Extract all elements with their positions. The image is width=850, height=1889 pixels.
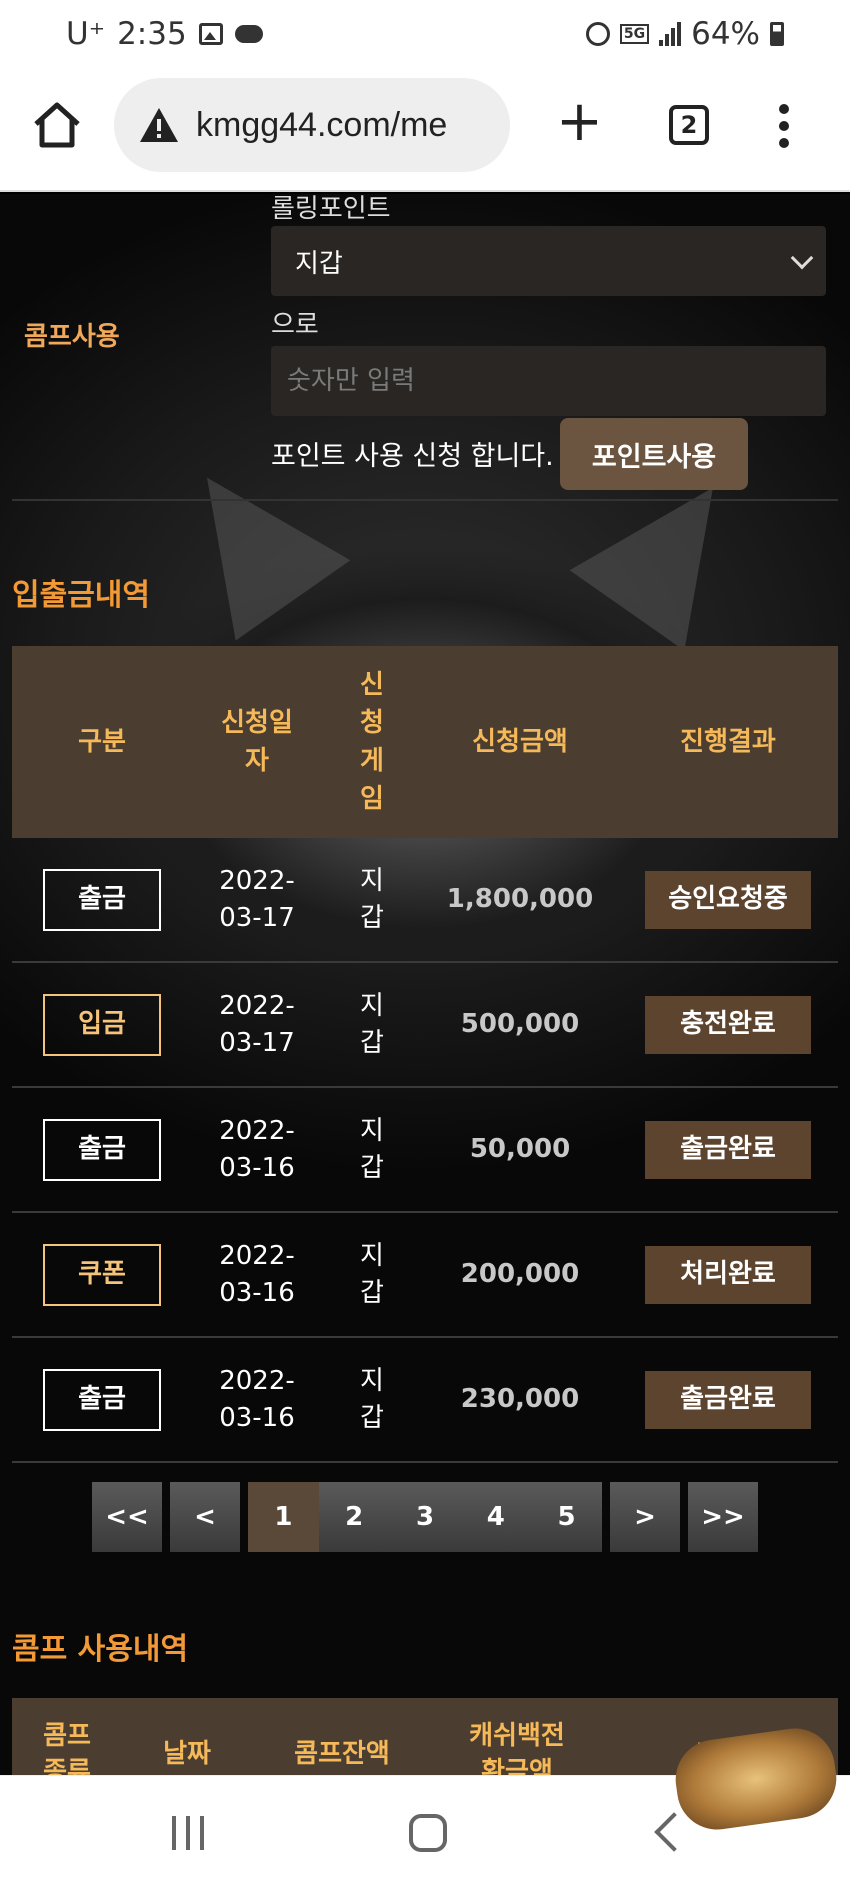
status-bar: U⁺ 2:35 5G 64% (0, 0, 850, 70)
result-badge: 출금완료 (645, 1120, 811, 1179)
alarm-icon (585, 22, 610, 46)
signal-icon (659, 22, 682, 46)
page-numbers: 1 2 3 4 5 (248, 1482, 602, 1552)
header-comp-balance: 콤프잔액 (294, 1739, 390, 1769)
amount-input[interactable] (271, 346, 826, 416)
header-result: 진행결과 (680, 727, 776, 757)
cloud-icon (234, 25, 263, 43)
page-5-button[interactable]: 5 (531, 1482, 602, 1552)
type-tag: 입금 (43, 993, 161, 1056)
header-type: 구분 (78, 727, 126, 757)
table-row: 출금 2022- 03-16 지 갑 50,000 출금완료 (12, 1088, 838, 1213)
result-badge: 처리완료 (645, 1245, 811, 1304)
home-icon[interactable] (32, 100, 82, 150)
type-tag: 출금 (43, 1368, 161, 1431)
apply-text: 포인트 사용 신청 합니다. (271, 441, 554, 472)
page-1-button[interactable]: 1 (248, 1482, 319, 1552)
back-nav-icon[interactable] (654, 1812, 694, 1852)
row-amount: 1,800,000 (446, 884, 594, 914)
network-type: 5G (619, 24, 650, 44)
table-header: 구분 신청일 자 신 청 게 임 신청금액 진행결과 (12, 646, 838, 838)
warning-icon (140, 108, 178, 142)
recent-apps-icon[interactable] (172, 1816, 204, 1850)
header-comp-type: 콤프 종류 (43, 1721, 91, 1775)
wallet-select[interactable]: 지갑 (271, 226, 826, 296)
header-game: 신 청 게 임 (360, 670, 384, 814)
browser-toolbar: kmgg44.com/me + 2 (0, 70, 850, 192)
table-row: 출금 2022- 03-17 지 갑 1,800,000 승인요청중 (12, 838, 838, 963)
header-date: 신청일 자 (221, 708, 293, 776)
header-amount: 신청금액 (472, 727, 568, 757)
page-2-button[interactable]: 2 (319, 1482, 390, 1552)
deposit-withdraw-history-title: 입출금내역 (12, 578, 150, 613)
row-amount: 500,000 (460, 1009, 580, 1039)
prev-page-button[interactable]: < (170, 1482, 240, 1552)
row-date: 2022- 03-17 (219, 990, 295, 1058)
pagination: << < 1 2 3 4 5 > >> (92, 1482, 758, 1552)
type-tag: 쿠폰 (43, 1243, 161, 1306)
divider (12, 499, 838, 501)
table-row: 쿠폰 2022- 03-16 지 갑 200,000 처리완료 (12, 1213, 838, 1338)
row-date: 2022- 03-16 (219, 1115, 295, 1183)
header-cashback-amount: 캐쉬백전 환금액 (469, 1721, 565, 1775)
result-badge: 승인요청중 (645, 870, 811, 929)
type-tag: 출금 (43, 868, 161, 931)
result-badge: 충전완료 (645, 995, 811, 1054)
new-tab-icon[interactable]: + (556, 94, 603, 150)
use-points-button[interactable]: 포인트사용 (560, 418, 748, 490)
page-4-button[interactable]: 4 (460, 1482, 531, 1552)
type-tag: 출금 (43, 1118, 161, 1181)
next-page-button[interactable]: > (610, 1482, 680, 1552)
result-badge: 출금완료 (645, 1370, 811, 1429)
home-nav-icon[interactable] (409, 1814, 447, 1852)
to-label: 으로 (271, 310, 319, 340)
more-menu-icon[interactable] (776, 104, 792, 148)
table-row: 출금 2022- 03-16 지 갑 230,000 출금완료 (12, 1338, 838, 1463)
wallet-select-value: 지갑 (295, 248, 343, 279)
last-page-button[interactable]: >> (688, 1482, 758, 1552)
table-row: 입금 2022- 03-17 지 갑 500,000 충전완료 (12, 963, 838, 1088)
row-date: 2022- 03-16 (219, 1365, 295, 1433)
row-game: 지 갑 (360, 1115, 384, 1183)
row-amount: 200,000 (460, 1259, 580, 1289)
first-page-button[interactable]: << (92, 1482, 162, 1552)
tab-switcher-button[interactable]: 2 (669, 105, 709, 145)
address-bar[interactable]: kmgg44.com/me (114, 78, 510, 172)
battery-percent: 64% (691, 16, 760, 52)
history-table: 구분 신청일 자 신 청 게 임 신청금액 진행결과 출금 2022- 03-1… (12, 646, 838, 1463)
clock: 2:35 (117, 16, 187, 52)
page-content: 롤링포인트 지갑 콤프사용 으로 포인트 사용 신청 합니다. 포인트사용 입출… (0, 194, 850, 1775)
comp-use-label: 콤프사용 (24, 322, 120, 352)
carrier-label: U⁺ (66, 16, 106, 52)
row-game: 지 갑 (360, 865, 384, 933)
chevron-down-icon (790, 246, 814, 270)
header-date: 날짜 (163, 1739, 211, 1769)
gallery-icon (198, 23, 223, 45)
battery-icon (770, 22, 784, 46)
row-amount: 50,000 (469, 1134, 571, 1164)
row-amount: 230,000 (460, 1384, 580, 1414)
row-date: 2022- 03-17 (219, 865, 295, 933)
row-date: 2022- 03-16 (219, 1240, 295, 1308)
page-3-button[interactable]: 3 (390, 1482, 461, 1552)
url-text: kmgg44.com/me (196, 105, 448, 144)
row-game: 지 갑 (360, 990, 384, 1058)
row-game: 지 갑 (360, 1240, 384, 1308)
row-game: 지 갑 (360, 1365, 384, 1433)
comp-history-title: 콤프 사용내역 (12, 1632, 189, 1667)
rolling-point-label: 롤링포인트 (271, 194, 391, 224)
